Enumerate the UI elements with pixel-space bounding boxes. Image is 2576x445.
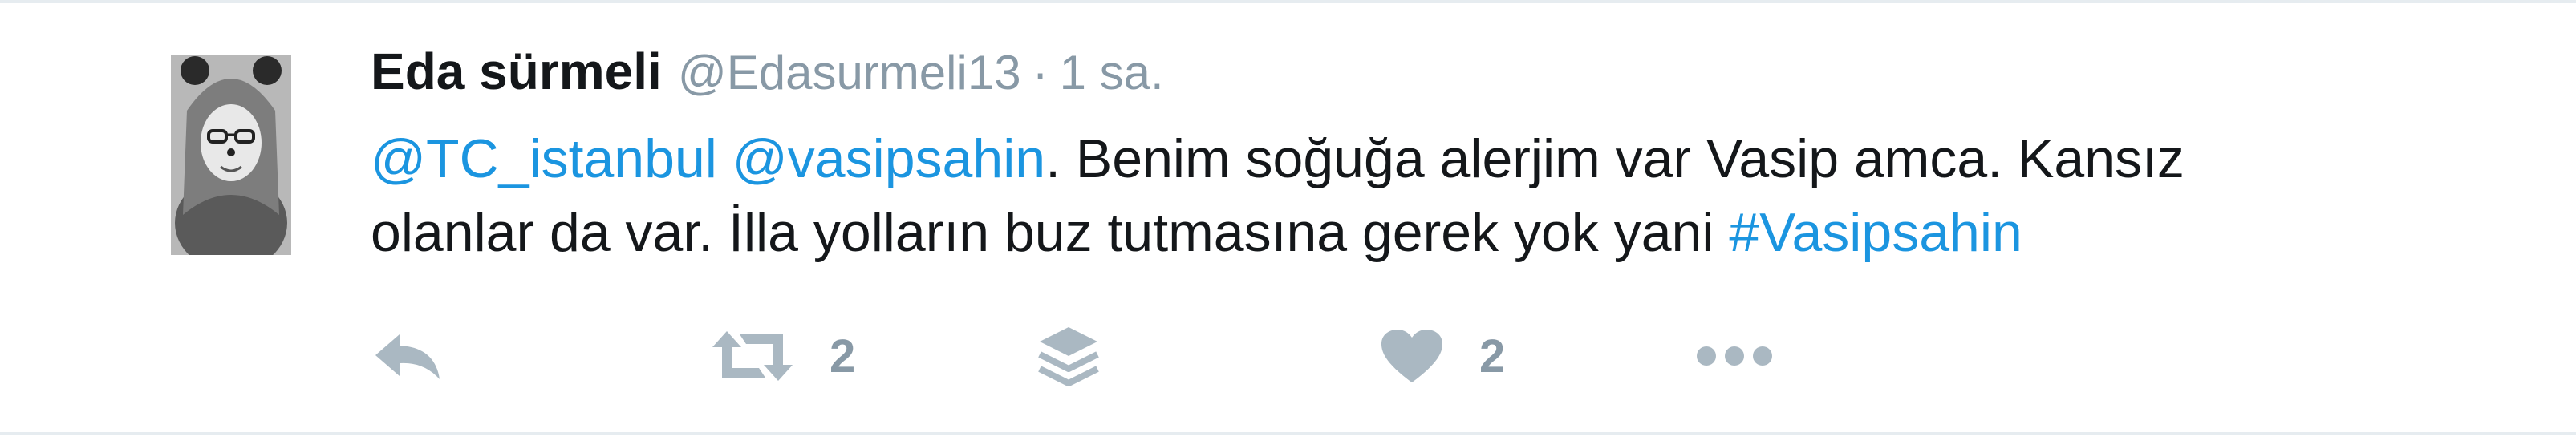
reply-button[interactable] (371, 316, 443, 396)
tweet-header: Eda sürmeli @Edasurmeli13 · 1 sa. (371, 42, 1164, 122)
tweet-body-text: . Benim soğuğa alerjim var Vasip amca. K… (1045, 128, 2185, 189)
tweet-text: @TC_istanbul @vasipsahin. Benim soğuğa a… (371, 122, 2456, 269)
header-separator: · (1032, 46, 1049, 99)
mention-link[interactable]: @TC_istanbul (371, 128, 717, 189)
retweet-button[interactable]: 2 (711, 316, 855, 396)
avatar[interactable] (171, 55, 291, 255)
user-fullname[interactable]: Eda sürmeli (371, 42, 662, 100)
tweet-timestamp[interactable]: 1 sa. (1060, 46, 1164, 99)
layers-button[interactable] (1036, 316, 1101, 396)
retweet-count: 2 (830, 330, 856, 382)
more-button[interactable] (1694, 316, 1775, 396)
avatar-image (171, 55, 291, 255)
like-button[interactable]: 2 (1380, 316, 1505, 396)
bottom-divider (0, 432, 2576, 435)
tweet-card[interactable]: Eda sürmeli @Edasurmeli13 · 1 sa. @TC_istan… (0, 3, 2576, 432)
layers-icon (1038, 327, 1099, 386)
hashtag-link[interactable]: #Vasipsahin (1729, 202, 2022, 263)
retweet-icon (712, 331, 793, 381)
like-count: 2 (1479, 330, 1506, 382)
tweet-text-line-1: @TC_istanbul @vasipsahin. Benim soğuğa a… (371, 122, 2456, 196)
mention-link[interactable]: @vasipsahin (732, 128, 1045, 189)
tweet-body-text: olanlar da var. İlla yolların buz tutmas… (371, 202, 1714, 263)
reply-icon (375, 334, 440, 379)
tweet-text-line-2: olanlar da var. İlla yolların buz tutmas… (371, 196, 2456, 269)
more-icon (1697, 346, 1772, 366)
user-handle[interactable]: @Edasurmeli13 (678, 46, 1021, 99)
heart-icon (1381, 330, 1442, 382)
